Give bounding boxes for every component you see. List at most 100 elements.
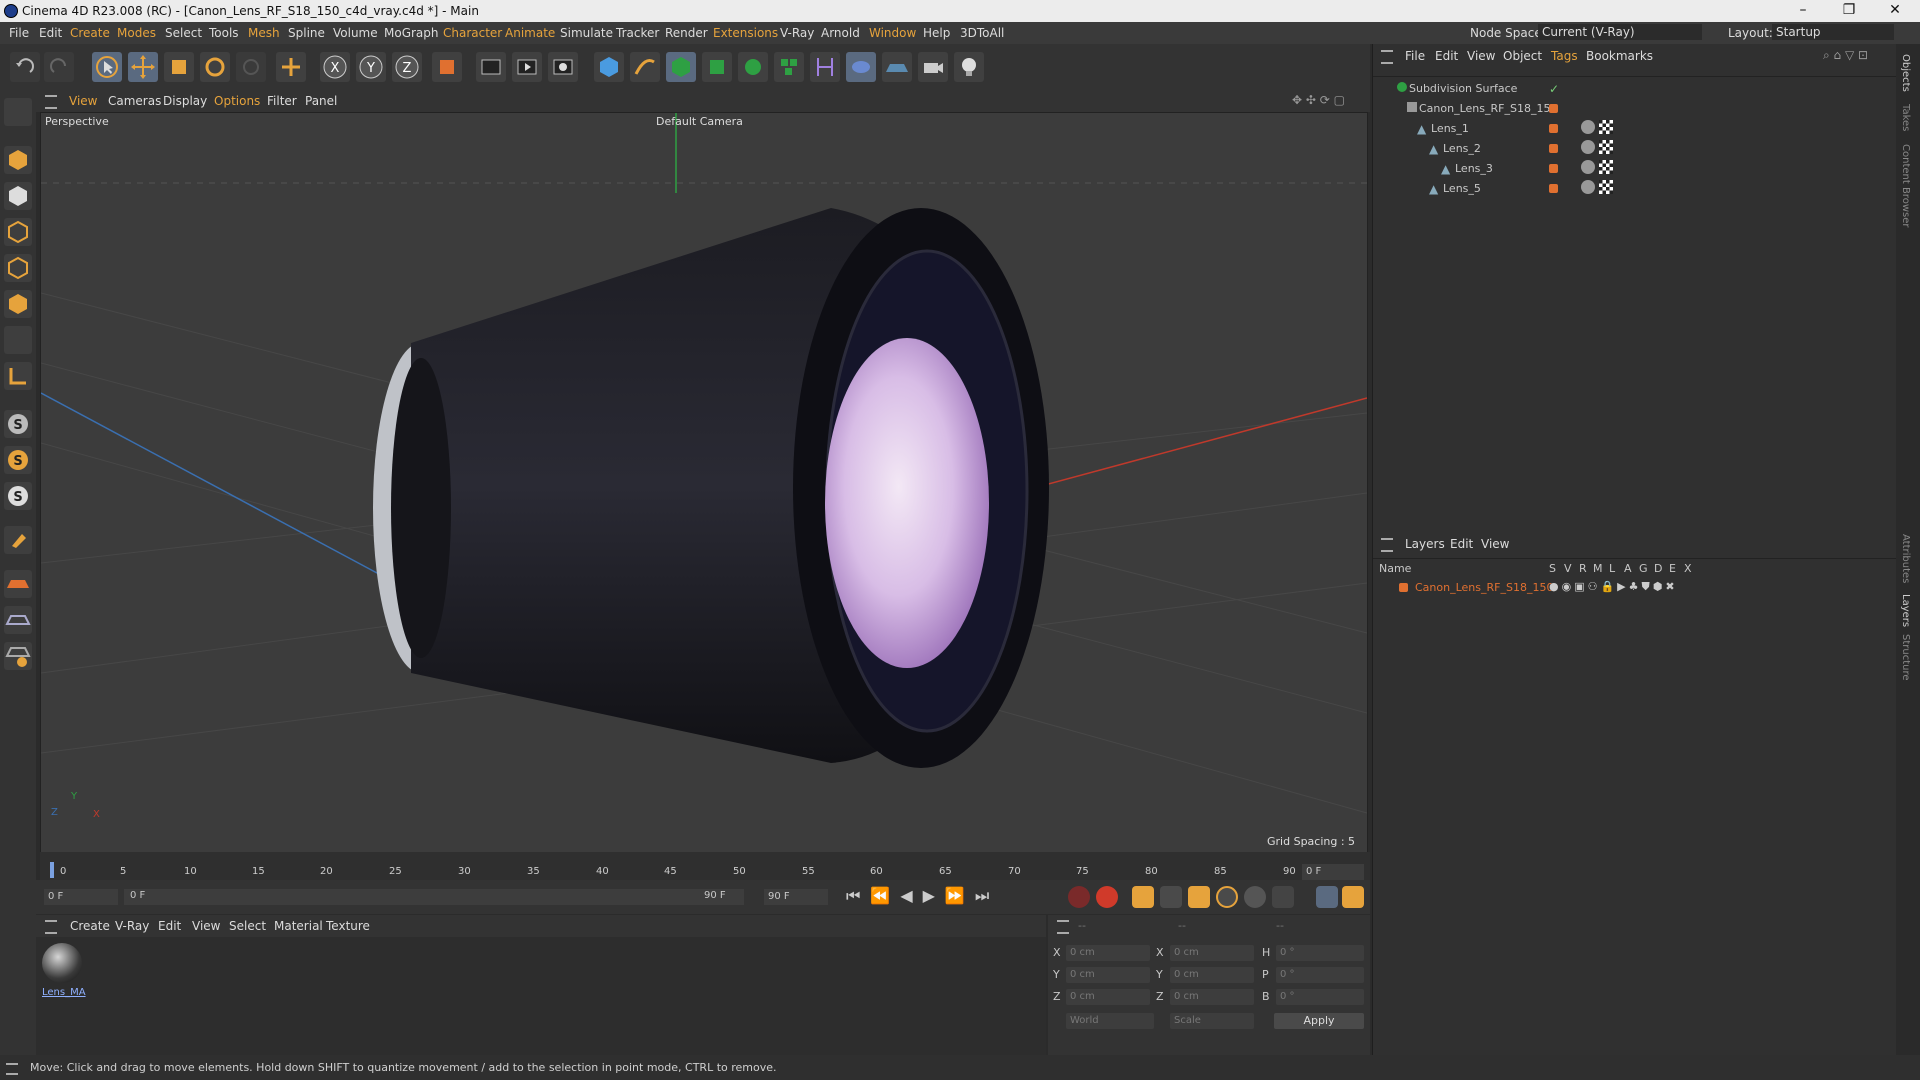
3d-viewport[interactable]: Perspective Default Camera Grid Spacing … — [40, 112, 1368, 854]
texture-tag-icon[interactable] — [1599, 160, 1613, 174]
material-tag-icon[interactable] — [1581, 120, 1595, 134]
z-axis-lock-icon[interactable]: Z — [392, 52, 422, 82]
solo-icon[interactable]: S — [4, 482, 32, 510]
size-z-field[interactable]: 0 cm — [1170, 989, 1254, 1005]
material-tag-icon[interactable] — [1581, 140, 1595, 154]
objects-menu-bookmarks[interactable]: Bookmarks — [1586, 49, 1653, 63]
deformer-icon[interactable] — [810, 52, 840, 82]
tweak-icon[interactable] — [4, 526, 32, 554]
hamburger-icon[interactable] — [45, 95, 57, 109]
rotate-icon[interactable] — [200, 52, 230, 82]
viewport-menu-panel[interactable]: Panel — [305, 94, 337, 108]
snap-icon[interactable]: S — [4, 410, 32, 438]
object-name[interactable]: Lens_2 — [1443, 142, 1481, 155]
playback-controls[interactable]: ⏮⏪◀▶⏩⏭ — [846, 886, 999, 906]
workplane-icon[interactable] — [4, 570, 32, 598]
layer-color-dot[interactable] — [1549, 104, 1558, 113]
rotation-key-icon[interactable] — [1216, 886, 1238, 908]
menu-simulate[interactable]: Simulate — [560, 26, 613, 40]
object-row[interactable]: ▲ Lens_3 — [1373, 160, 1897, 180]
tab-content-browser[interactable]: Content Browser — [1900, 144, 1911, 227]
current-frame-field[interactable]: 0 F — [1302, 864, 1364, 880]
coordinate-system-icon[interactable] — [432, 52, 462, 82]
render-view-icon[interactable] — [476, 52, 506, 82]
menu-mesh[interactable]: Mesh — [248, 26, 280, 40]
menu-edit[interactable]: Edit — [39, 26, 62, 40]
menu-animate[interactable]: Animate — [505, 26, 555, 40]
cube-icon[interactable] — [594, 52, 624, 82]
layers-menu-edit[interactable]: Edit — [1450, 537, 1473, 551]
axis-mode-icon[interactable] — [4, 362, 32, 390]
playhead[interactable] — [50, 862, 54, 878]
render-settings-icon[interactable] — [548, 52, 578, 82]
points-mode-icon[interactable] — [4, 218, 32, 246]
polygons-mode-icon[interactable] — [4, 290, 32, 318]
coord-scale-select[interactable]: Scale — [1170, 1013, 1254, 1029]
make-editable-icon[interactable] — [4, 98, 32, 126]
menu-mograph[interactable]: MoGraph — [384, 26, 439, 40]
objects-menu-edit[interactable]: Edit — [1435, 49, 1458, 63]
size-x-field[interactable]: 0 cm — [1170, 945, 1254, 961]
enabled-check-icon[interactable]: ✓ — [1549, 82, 1559, 96]
extrude-icon[interactable] — [702, 52, 732, 82]
snap-settings-icon[interactable]: S — [4, 446, 32, 474]
layer-color-swatch[interactable] — [1399, 583, 1408, 592]
live-selection-icon[interactable] — [236, 52, 266, 82]
objects-menu-tags[interactable]: Tags — [1551, 49, 1578, 63]
node-space-select[interactable]: Current (V-Ray) — [1538, 24, 1702, 40]
material-menu-view[interactable]: View — [192, 919, 220, 933]
rotation-h-field[interactable]: 0 ° — [1276, 945, 1364, 961]
texture-mode-icon[interactable] — [4, 182, 32, 210]
hamburger-icon[interactable] — [6, 1063, 18, 1075]
object-row[interactable]: Subdivision Surface ✓ — [1373, 80, 1897, 100]
layer-color-dot[interactable] — [1549, 124, 1558, 133]
layer-color-dot[interactable] — [1549, 144, 1558, 153]
viewport-menu-options[interactable]: Options — [214, 94, 260, 108]
pla-key-icon[interactable] — [1272, 886, 1294, 908]
texture-tag-icon[interactable] — [1599, 180, 1613, 194]
edges-mode-icon[interactable] — [4, 254, 32, 282]
layer-toggle-icons[interactable]: ●◉▣⚇🔒▶♣⛊⬢✖ — [1549, 580, 1678, 594]
timeline-motion-icon[interactable] — [1316, 886, 1338, 908]
tab-structure[interactable]: Structure — [1900, 634, 1911, 681]
size-y-field[interactable]: 0 cm — [1170, 967, 1254, 983]
param-key-icon[interactable] — [1244, 886, 1266, 908]
hamburger-icon[interactable] — [1381, 538, 1393, 552]
menu-vray[interactable]: V-Ray — [780, 26, 814, 40]
material-name[interactable]: Lens_MA — [42, 987, 86, 998]
y-axis-lock-icon[interactable]: Y — [356, 52, 386, 82]
keyframe-selection-icon[interactable] — [1132, 886, 1154, 908]
layer-color-dot[interactable] — [1549, 184, 1558, 193]
close-button[interactable]: ✕ — [1872, 0, 1918, 22]
layers-menu-view[interactable]: View — [1481, 537, 1509, 551]
object-row[interactable]: ▲ Lens_2 — [1373, 140, 1897, 160]
select-arrow-icon[interactable] — [92, 52, 122, 82]
apply-button[interactable]: Apply — [1274, 1013, 1364, 1029]
viewport-menu-view[interactable]: View — [69, 94, 97, 108]
position-key-icon[interactable] — [1160, 886, 1182, 908]
scale-icon[interactable] — [164, 52, 194, 82]
object-name[interactable]: Lens_1 — [1431, 122, 1469, 135]
position-y-field[interactable]: 0 cm — [1066, 967, 1150, 983]
object-name[interactable]: Lens_5 — [1443, 182, 1481, 195]
menu-extensions[interactable]: Extensions — [713, 26, 778, 40]
tab-layers[interactable]: Layers — [1900, 594, 1911, 627]
material-preview[interactable] — [42, 943, 82, 983]
layer-name[interactable]: Canon_Lens_RF_S18_150 — [1415, 581, 1553, 594]
range-slider[interactable]: 0 F 90 F — [124, 889, 744, 905]
menu-arnold[interactable]: Arnold — [821, 26, 860, 40]
menu-window[interactable]: Window — [869, 26, 916, 40]
move-icon[interactable] — [128, 52, 158, 82]
tab-objects[interactable]: Objects — [1900, 54, 1911, 92]
menu-select[interactable]: Select — [165, 26, 202, 40]
grid-icon[interactable] — [4, 606, 32, 634]
menu-character[interactable]: Character — [443, 26, 502, 40]
object-row[interactable]: ▲ Lens_1 — [1373, 120, 1897, 140]
hamburger-icon[interactable] — [1381, 50, 1393, 64]
position-z-field[interactable]: 0 cm — [1066, 989, 1150, 1005]
viewport-menu-display[interactable]: Display — [163, 94, 207, 108]
restore-button[interactable]: ❐ — [1826, 0, 1872, 22]
material-menu-select[interactable]: Select — [229, 919, 266, 933]
undo-icon[interactable] — [10, 52, 40, 82]
tab-attributes[interactable]: Attributes — [1900, 534, 1911, 583]
